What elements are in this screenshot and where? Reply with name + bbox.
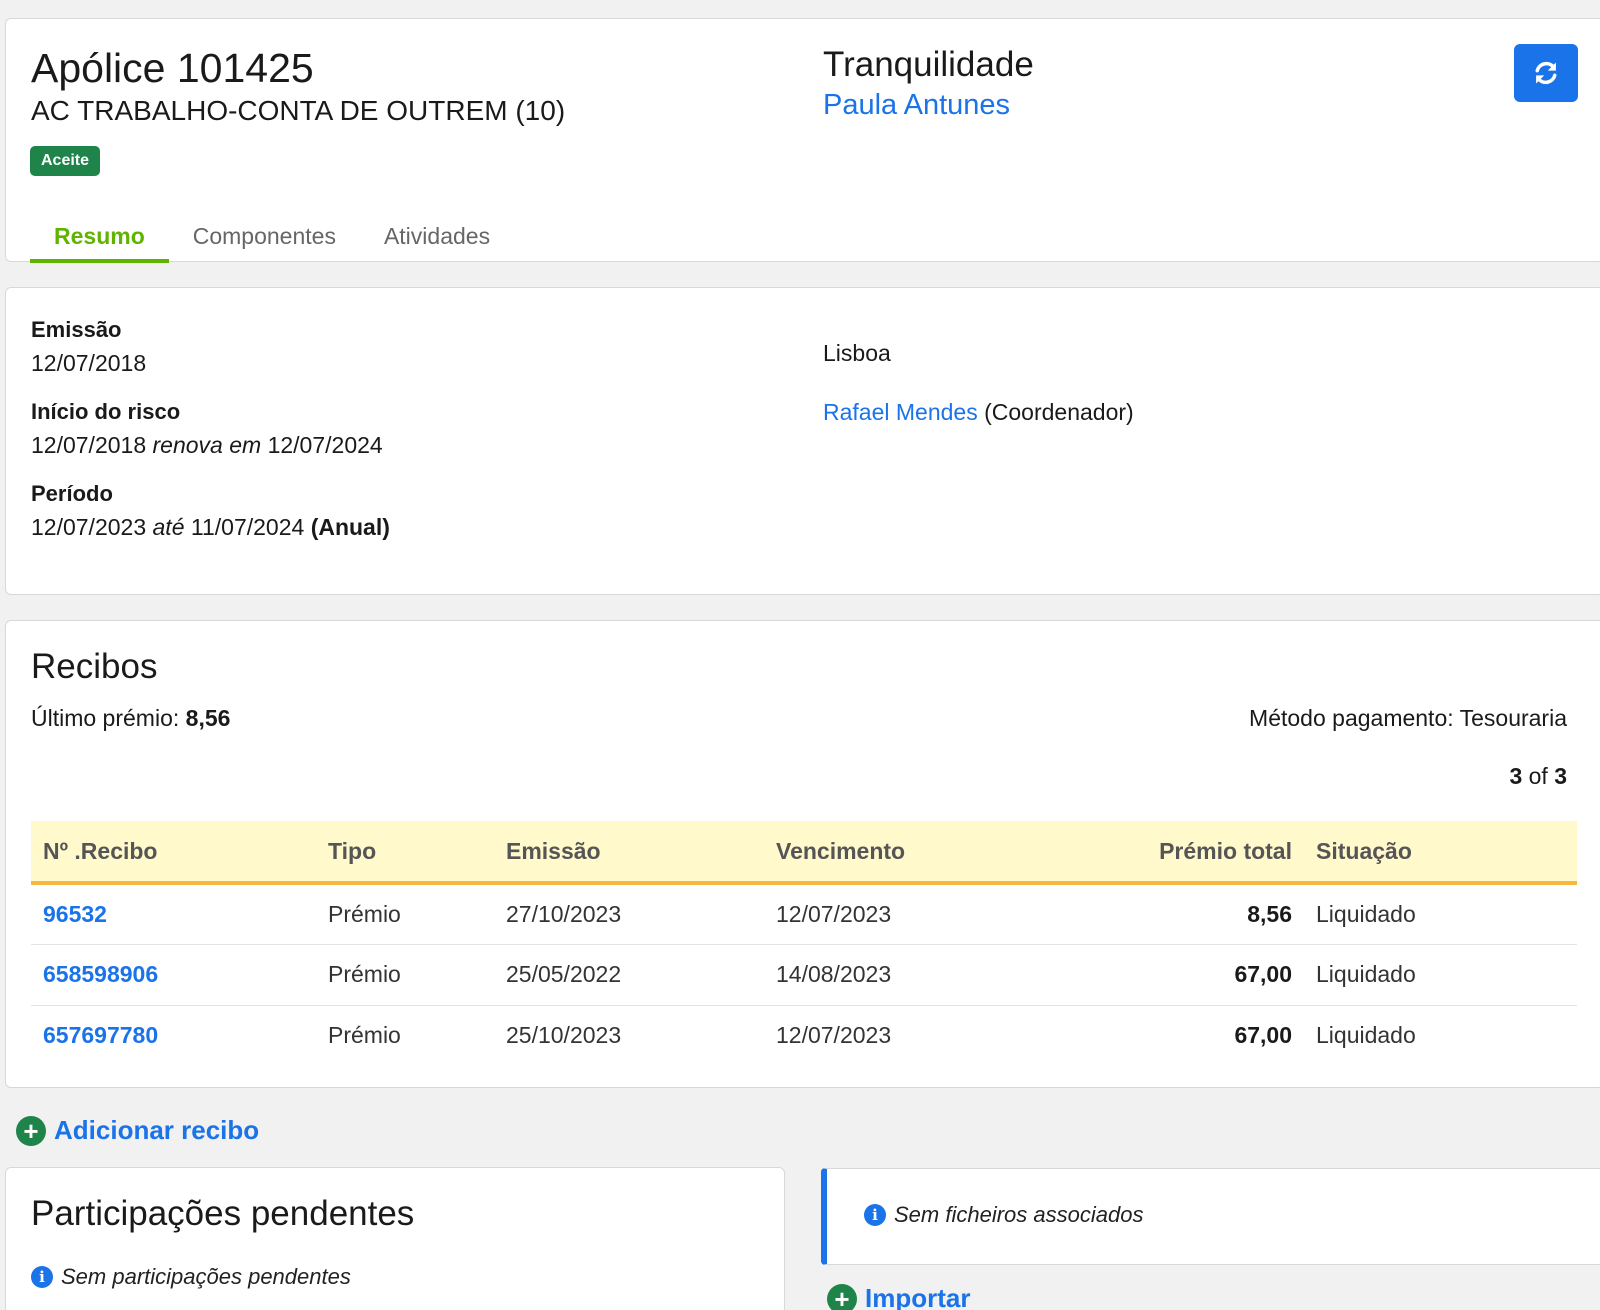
column-header-due[interactable]: Vencimento	[764, 821, 1064, 883]
period-start: 12/07/2023	[31, 514, 147, 540]
receipt-type: Prémio	[328, 1022, 401, 1049]
pending-title: Participações pendentes	[31, 1194, 415, 1233]
files-empty-text: Sem ficheiros associados	[894, 1202, 1144, 1227]
plus-circle-icon: +	[16, 1115, 46, 1146]
insurer-name: Tranquilidade	[823, 45, 1034, 84]
period-until-text: até	[152, 514, 185, 540]
tab-atividades[interactable]: Atividades	[360, 211, 514, 263]
pending-empty-text: Sem participações pendentes	[61, 1264, 351, 1289]
receipt-issued: 25/10/2023	[506, 1022, 622, 1049]
receipts-title: Recibos	[31, 647, 158, 686]
add-receipt-label: Adicionar recibo	[54, 1115, 260, 1145]
issue-value: 12/07/2018	[31, 350, 147, 376]
refresh-icon	[1535, 61, 1557, 85]
table-row: 657697780 Prémio 25/10/2023 12/07/2023 6…	[31, 1005, 1577, 1066]
import-link[interactable]: + Importar	[827, 1283, 970, 1310]
last-premium-value: 8,56	[185, 705, 231, 731]
tab-componentes[interactable]: Componentes	[169, 211, 360, 263]
coordinator-link[interactable]: Rafael Mendes	[823, 399, 978, 425]
policy-subtitle: AC TRABALHO-CONTA DE OUTREM (10)	[31, 95, 566, 126]
last-premium: Último prémio: 8,56	[31, 705, 230, 732]
refresh-button[interactable]	[1514, 44, 1578, 102]
import-label: Importar	[865, 1283, 971, 1310]
receipt-number-link[interactable]: 658598906	[31, 944, 316, 1006]
period-end: 11/07/2024	[190, 514, 305, 540]
receipt-total: 67,00	[1234, 1022, 1292, 1049]
receipt-due: 12/07/2023	[764, 883, 1064, 945]
risk-renew-date: 12/07/2024	[267, 432, 383, 458]
plus-circle-icon: +	[827, 1283, 857, 1310]
receipt-status: Liquidado	[1304, 883, 1577, 945]
info-icon: i	[864, 1204, 886, 1226]
tab-resumo[interactable]: Resumo	[30, 211, 169, 263]
coordinator-role: (Coordenador)	[984, 399, 1134, 425]
pager: 3 of 3	[1509, 763, 1567, 790]
column-header-type[interactable]: Tipo	[316, 821, 494, 883]
last-premium-label: Último prémio:	[31, 705, 180, 731]
pending-participations-card: Participações pendentes i Sem participaç…	[5, 1167, 785, 1310]
risk-start-date: 12/07/2018	[31, 432, 147, 458]
pager-current: 3	[1509, 763, 1523, 789]
status-badge: Aceite	[30, 146, 101, 176]
tab-bar: Resumo Componentes Atividades	[30, 211, 514, 263]
receipt-due: 12/07/2023	[776, 1022, 892, 1049]
risk-start-value: 12/07/2018 renova em 12/07/2024	[31, 432, 383, 459]
receipts-table: Nº .Recibo Tipo Emissão Vencimento Prémi…	[31, 821, 1577, 1066]
receipt-issued: 25/05/2022	[494, 944, 764, 1006]
column-header-total[interactable]: Prémio total	[1064, 821, 1304, 883]
period-value: 12/07/2023 até 11/07/2024 (Anual)	[31, 514, 390, 541]
period-label: Período	[31, 481, 113, 506]
agent-link[interactable]: Paula Antunes	[823, 89, 1010, 122]
policy-header-card: Apólice 101425 AC TRABALHO-CONTA DE OUTR…	[5, 18, 1600, 263]
receipt-due: 14/08/2023	[764, 944, 1064, 1006]
receipt-issued: 27/10/2023	[494, 883, 764, 945]
pending-empty-message: i Sem participações pendentes	[31, 1264, 351, 1290]
receipt-number-link[interactable]: 657697780	[31, 1005, 316, 1066]
column-header-status[interactable]: Situação	[1304, 821, 1577, 883]
receipt-type: Prémio	[316, 883, 494, 945]
receipt-status: Liquidado	[1304, 944, 1577, 1006]
payment-method: Método pagamento: Tesouraria	[1249, 705, 1567, 731]
coordinator-row: Rafael Mendes (Coordenador)	[823, 399, 1134, 426]
risk-start-label: Início do risco	[31, 399, 181, 424]
files-card: i Sem ficheiros associados	[821, 1168, 1600, 1265]
issue-label: Emissão	[31, 317, 122, 342]
location-text: Lisboa	[823, 340, 891, 366]
policy-details-card: Emissão 12/07/2018 Início do risco 12/07…	[5, 287, 1600, 595]
receipts-card: Recibos Último prémio: 8,56 Método pagam…	[5, 620, 1600, 1088]
receipt-total: 67,00	[1064, 944, 1304, 1006]
column-header-issued[interactable]: Emissão	[494, 821, 764, 883]
period-type: (Anual)	[310, 514, 390, 540]
files-empty-message: i Sem ficheiros associados	[864, 1202, 1143, 1228]
pager-total: 3	[1554, 763, 1567, 789]
table-header-row: Nº .Recibo Tipo Emissão Vencimento Prémi…	[31, 821, 1577, 883]
table-row: 96532 Prémio 27/10/2023 12/07/2023 8,56 …	[31, 883, 1577, 945]
risk-renew-text: renova em	[152, 432, 262, 458]
policy-title: Apólice 101425	[31, 45, 314, 91]
add-receipt-link[interactable]: + Adicionar recibo	[16, 1115, 259, 1146]
receipt-total: 8,56	[1064, 883, 1304, 945]
receipt-status: Liquidado	[1316, 1022, 1416, 1049]
receipt-number-link[interactable]: 96532	[31, 883, 316, 945]
table-row: 658598906 Prémio 25/05/2022 14/08/2023 6…	[31, 944, 1577, 1006]
column-header-number[interactable]: Nº .Recibo	[31, 821, 316, 883]
pager-of: of	[1528, 763, 1548, 789]
receipt-type: Prémio	[316, 944, 494, 1006]
info-icon: i	[31, 1266, 53, 1288]
